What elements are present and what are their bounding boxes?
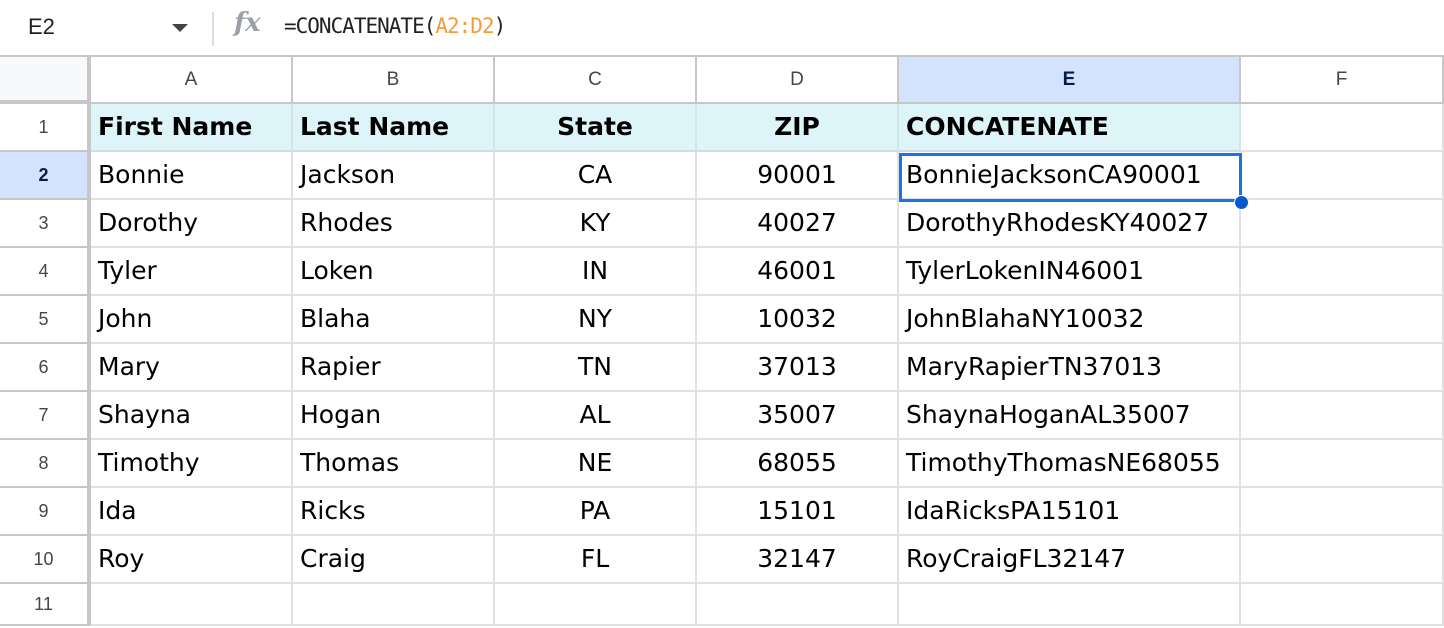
data-cell[interactable]: Mary <box>91 344 293 392</box>
data-cell[interactable]: Dorothy <box>91 200 293 248</box>
row-header-11[interactable]: 11 <box>0 584 91 626</box>
data-cell[interactable]: 40027 <box>697 200 899 248</box>
data-cell[interactable]: 15101 <box>697 488 899 536</box>
cell-d11[interactable] <box>697 584 899 626</box>
data-cell[interactable]: 10032 <box>697 296 899 344</box>
data-cell[interactable]: 46001 <box>697 248 899 296</box>
fill-handle[interactable] <box>1234 195 1249 210</box>
cell-e11[interactable] <box>899 584 1241 626</box>
data-cell[interactable]: Roy <box>91 536 293 584</box>
data-cell[interactable]: PA <box>495 488 697 536</box>
row-header-5[interactable]: 5 <box>0 296 91 344</box>
row-header-2[interactable]: 2 <box>0 152 91 200</box>
data-cell[interactable]: BonnieJacksonCA90001 <box>899 152 1241 200</box>
data-cell[interactable]: Bonnie <box>91 152 293 200</box>
formula-range-ref: A2:D2 <box>435 14 494 38</box>
row-header-4[interactable]: 4 <box>0 248 91 296</box>
cell-f1[interactable] <box>1241 104 1444 152</box>
data-cell[interactable]: DorothyRhodesKY40027 <box>899 200 1241 248</box>
row-header-3[interactable]: 3 <box>0 200 91 248</box>
data-cell[interactable]: TylerLokenIN46001 <box>899 248 1241 296</box>
formula-prefix: =CONCATENATE( <box>284 14 436 38</box>
data-cell[interactable]: Craig <box>293 536 495 584</box>
row-header-10[interactable]: 10 <box>0 536 91 584</box>
column-header-e[interactable]: E <box>899 57 1241 104</box>
cell-f8[interactable] <box>1241 440 1444 488</box>
data-cell[interactable]: ShaynaHoganAL35007 <box>899 392 1241 440</box>
column-title-cell[interactable]: State <box>495 104 697 152</box>
data-cell[interactable]: Blaha <box>293 296 495 344</box>
cell-a11[interactable] <box>91 584 293 626</box>
data-cell[interactable]: RoyCraigFL32147 <box>899 536 1241 584</box>
name-box-dropdown-icon[interactable] <box>172 24 188 32</box>
cell-f2[interactable] <box>1241 152 1444 200</box>
data-cell[interactable]: Timothy <box>91 440 293 488</box>
cell-b11[interactable] <box>293 584 495 626</box>
data-cell[interactable]: 90001 <box>697 152 899 200</box>
data-cell[interactable]: 37013 <box>697 344 899 392</box>
cell-f11[interactable] <box>1241 584 1444 626</box>
column-title-cell[interactable]: ZIP <box>697 104 899 152</box>
data-cell[interactable]: TN <box>495 344 697 392</box>
column-title-cell[interactable]: First Name <box>91 104 293 152</box>
data-cell[interactable]: Rhodes <box>293 200 495 248</box>
data-cell[interactable]: Shayna <box>91 392 293 440</box>
row-header-1[interactable]: 1 <box>0 104 91 152</box>
data-cell[interactable]: Loken <box>293 248 495 296</box>
column-header-b[interactable]: B <box>293 57 495 104</box>
data-cell[interactable]: Ida <box>91 488 293 536</box>
cell-f10[interactable] <box>1241 536 1444 584</box>
data-cell[interactable]: MaryRapierTN37013 <box>899 344 1241 392</box>
column-header-f[interactable]: F <box>1241 57 1444 104</box>
column-header-c[interactable]: C <box>495 57 697 104</box>
data-cell[interactable]: IdaRicksPA15101 <box>899 488 1241 536</box>
data-cell[interactable]: FL <box>495 536 697 584</box>
formula-bar-divider <box>212 12 214 46</box>
data-cell[interactable]: NE <box>495 440 697 488</box>
data-cell[interactable]: Thomas <box>293 440 495 488</box>
data-cell[interactable]: Ricks <box>293 488 495 536</box>
formula-input[interactable]: =CONCATENATE(A2:D2) <box>284 14 507 38</box>
column-header-d[interactable]: D <box>697 57 899 104</box>
data-cell[interactable]: 35007 <box>697 392 899 440</box>
data-cell[interactable]: JohnBlahaNY10032 <box>899 296 1241 344</box>
row-header-7[interactable]: 7 <box>0 392 91 440</box>
column-header-a[interactable]: A <box>91 57 293 104</box>
row-header-8[interactable]: 8 <box>0 440 91 488</box>
data-cell[interactable]: Jackson <box>293 152 495 200</box>
data-cell[interactable]: AL <box>495 392 697 440</box>
formula-bar: E2 fx =CONCATENATE(A2:D2) <box>0 0 1444 57</box>
data-cell[interactable]: 68055 <box>697 440 899 488</box>
cell-c11[interactable] <box>495 584 697 626</box>
row-header-6[interactable]: 6 <box>0 344 91 392</box>
cell-f9[interactable] <box>1241 488 1444 536</box>
cell-f6[interactable] <box>1241 344 1444 392</box>
data-cell[interactable]: Tyler <box>91 248 293 296</box>
name-box[interactable]: E2 <box>28 14 55 40</box>
formula-suffix: ) <box>493 14 507 38</box>
data-cell[interactable]: John <box>91 296 293 344</box>
data-cell[interactable]: CA <box>495 152 697 200</box>
data-cell[interactable]: KY <box>495 200 697 248</box>
data-cell[interactable]: TimothyThomasNE68055 <box>899 440 1241 488</box>
select-all-corner[interactable] <box>0 57 91 104</box>
cell-f3[interactable] <box>1241 200 1444 248</box>
column-title-cell[interactable]: CONCATENATE <box>899 104 1241 152</box>
data-cell[interactable]: NY <box>495 296 697 344</box>
data-cell[interactable]: Hogan <box>293 392 495 440</box>
cell-f7[interactable] <box>1241 392 1444 440</box>
cell-f5[interactable] <box>1241 296 1444 344</box>
row-header-9[interactable]: 9 <box>0 488 91 536</box>
data-cell[interactable]: Rapier <box>293 344 495 392</box>
column-title-cell[interactable]: Last Name <box>293 104 495 152</box>
data-cell[interactable]: 32147 <box>697 536 899 584</box>
data-cell[interactable]: IN <box>495 248 697 296</box>
cell-f4[interactable] <box>1241 248 1444 296</box>
fx-icon: fx <box>234 8 261 38</box>
